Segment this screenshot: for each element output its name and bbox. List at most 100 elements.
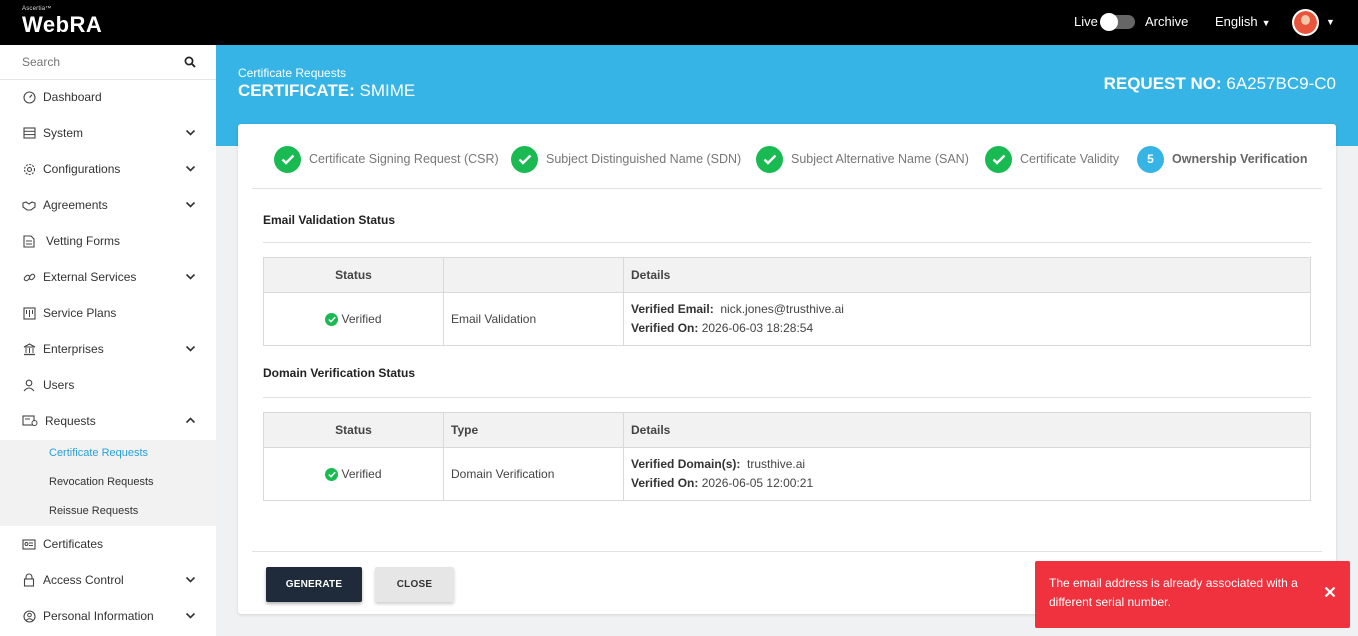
- top-bar: Ascertia™ WebRA Live Archive English ▼ ▼: [0, 0, 1358, 45]
- close-button[interactable]: CLOSE: [375, 567, 454, 602]
- sidebar-item-label: External Services: [43, 270, 137, 284]
- table-row: Verified Domain Verification Verified Do…: [263, 447, 1311, 501]
- step-ownership-verification[interactable]: 5 Ownership Verification: [1137, 145, 1307, 173]
- breadcrumb[interactable]: Certificate Requests: [238, 66, 346, 80]
- sidebar-item-access-control[interactable]: Access Control: [0, 567, 216, 593]
- generate-button[interactable]: GENERATE: [266, 567, 362, 602]
- sidebar-item-label: Service Plans: [43, 306, 117, 320]
- column-header-details: Details: [623, 412, 1311, 448]
- app-logo[interactable]: Ascertia™ WebRA: [22, 6, 102, 38]
- detail-line: Verified On: 2026-06-03 18:28:54: [631, 319, 1310, 338]
- column-header-status: Status: [263, 412, 444, 448]
- step-number: 5: [1137, 145, 1164, 173]
- check-icon: [511, 145, 538, 173]
- language-selector[interactable]: English ▼: [1215, 14, 1271, 29]
- form-icon: [22, 234, 36, 248]
- sidebar-subitem-revocation-requests[interactable]: Revocation Requests: [49, 476, 154, 488]
- detail-label: Verified On:: [631, 321, 699, 335]
- sidebar-item-label: Configurations: [43, 162, 121, 176]
- sidebar-item-enterprises[interactable]: Enterprises: [0, 336, 216, 362]
- handshake-icon: [22, 198, 36, 212]
- language-label: English: [1215, 14, 1258, 29]
- sidebar-item-users[interactable]: Users: [0, 372, 216, 398]
- chevron-down-icon: [185, 271, 196, 285]
- domain-section-title: Domain Verification Status: [263, 366, 416, 380]
- certificate-icon: [22, 537, 36, 551]
- status-cell: Verified: [263, 447, 444, 501]
- page-title: CERTIFICATE: SMIME: [238, 81, 415, 101]
- lock-icon: [22, 573, 36, 587]
- archive-label: Archive: [1145, 14, 1189, 29]
- sidebar: Dashboard System Configurations Agreemen…: [0, 45, 216, 636]
- step-label: Certificate Signing Request (CSR): [309, 152, 499, 166]
- toggle-knob: [1100, 13, 1118, 31]
- sidebar-search: [0, 45, 216, 80]
- check-circle-icon: [325, 312, 339, 326]
- column-header-status: Status: [263, 257, 444, 293]
- bank-icon: [22, 342, 36, 356]
- search-icon[interactable]: [184, 56, 196, 71]
- sidebar-item-label: Access Control: [43, 573, 124, 587]
- dashboard-icon: [22, 90, 36, 104]
- chevron-down-icon: [185, 574, 196, 588]
- request-card: Certificate Signing Request (CSR) Subjec…: [238, 124, 1336, 614]
- type-cell: Domain Verification: [443, 447, 624, 501]
- req-prefix: REQUEST NO:: [1103, 74, 1222, 93]
- user-icon: [22, 378, 36, 392]
- detail-label: Verified On:: [631, 476, 699, 490]
- table-header-row: Status Type Details: [263, 412, 1311, 448]
- detail-line: Verified Domain(s): trusthive.ai: [631, 455, 1310, 474]
- sidebar-item-certificates[interactable]: Certificates: [0, 531, 216, 557]
- detail-line: Verified On: 2026-06-05 12:00:21: [631, 474, 1310, 493]
- caret-down-icon[interactable]: ▼: [1326, 17, 1335, 27]
- cert-prefix: CERTIFICATE:: [238, 81, 355, 100]
- email-section-title: Email Validation Status: [263, 213, 396, 227]
- step-label: Certificate Validity: [1020, 152, 1120, 166]
- column-header-type: [443, 257, 624, 293]
- sidebar-item-service-plans[interactable]: Service Plans: [0, 300, 216, 326]
- sidebar-item-external-services[interactable]: External Services: [0, 264, 216, 290]
- sidebar-item-label: Certificates: [43, 537, 104, 551]
- app-name: WebRA: [22, 12, 103, 37]
- sidebar-item-requests[interactable]: Requests: [0, 408, 216, 434]
- step-label: Subject Distinguished Name (SDN): [546, 152, 742, 166]
- divider: [263, 242, 1311, 243]
- person-icon: [22, 609, 36, 623]
- status-cell: Verified: [263, 292, 444, 346]
- sidebar-item-label: System: [43, 126, 84, 140]
- sidebar-item-vetting-forms[interactable]: Vetting Forms: [0, 228, 216, 254]
- detail-label: Verified Domain(s):: [631, 457, 741, 471]
- detail-line: Verified Email: nick.jones@trusthive.ai: [631, 300, 1310, 319]
- live-archive-toggle[interactable]: [1100, 13, 1135, 31]
- step-csr[interactable]: Certificate Signing Request (CSR): [274, 145, 499, 173]
- sidebar-item-label: Personal Information: [43, 609, 154, 623]
- step-sdn[interactable]: Subject Distinguished Name (SDN): [511, 145, 741, 173]
- step-certificate-validity[interactable]: Certificate Validity: [985, 145, 1119, 173]
- type-cell: Email Validation: [443, 292, 624, 346]
- check-circle-icon: [325, 467, 339, 481]
- sidebar-item-dashboard[interactable]: Dashboard: [0, 84, 216, 110]
- detail-value: 2026-06-03 18:28:54: [701, 321, 814, 335]
- sidebar-subitem-certificate-requests[interactable]: Certificate Requests: [49, 447, 148, 459]
- sidebar-item-label: Enterprises: [43, 342, 104, 356]
- detail-value: nick.jones@trusthive.ai: [720, 302, 844, 316]
- sidebar-item-configurations[interactable]: Configurations: [0, 156, 216, 182]
- sidebar-item-system[interactable]: System: [0, 120, 216, 146]
- requests-icon: [22, 414, 38, 428]
- column-header-details: Details: [623, 257, 1311, 293]
- status-badge: Verified: [325, 312, 382, 327]
- divider: [252, 188, 1322, 189]
- sidebar-subitem-reissue-requests[interactable]: Reissue Requests: [49, 505, 138, 517]
- chevron-up-icon: [185, 415, 196, 429]
- avatar[interactable]: [1292, 9, 1319, 36]
- table-row: Verified Email Validation Verified Email…: [263, 292, 1311, 346]
- table-header-row: Status Details: [263, 257, 1311, 293]
- step-san[interactable]: Subject Alternative Name (SAN): [756, 145, 969, 173]
- status-text: Verified: [341, 312, 382, 327]
- close-icon[interactable]: [1324, 586, 1336, 601]
- detail-value: trusthive.ai: [747, 457, 806, 471]
- sidebar-item-personal-information[interactable]: Personal Information: [0, 603, 216, 629]
- email-validation-table: Status Details Verified Email Validation…: [263, 257, 1311, 346]
- search-input[interactable]: [0, 45, 170, 79]
- sidebar-item-agreements[interactable]: Agreements: [0, 192, 216, 218]
